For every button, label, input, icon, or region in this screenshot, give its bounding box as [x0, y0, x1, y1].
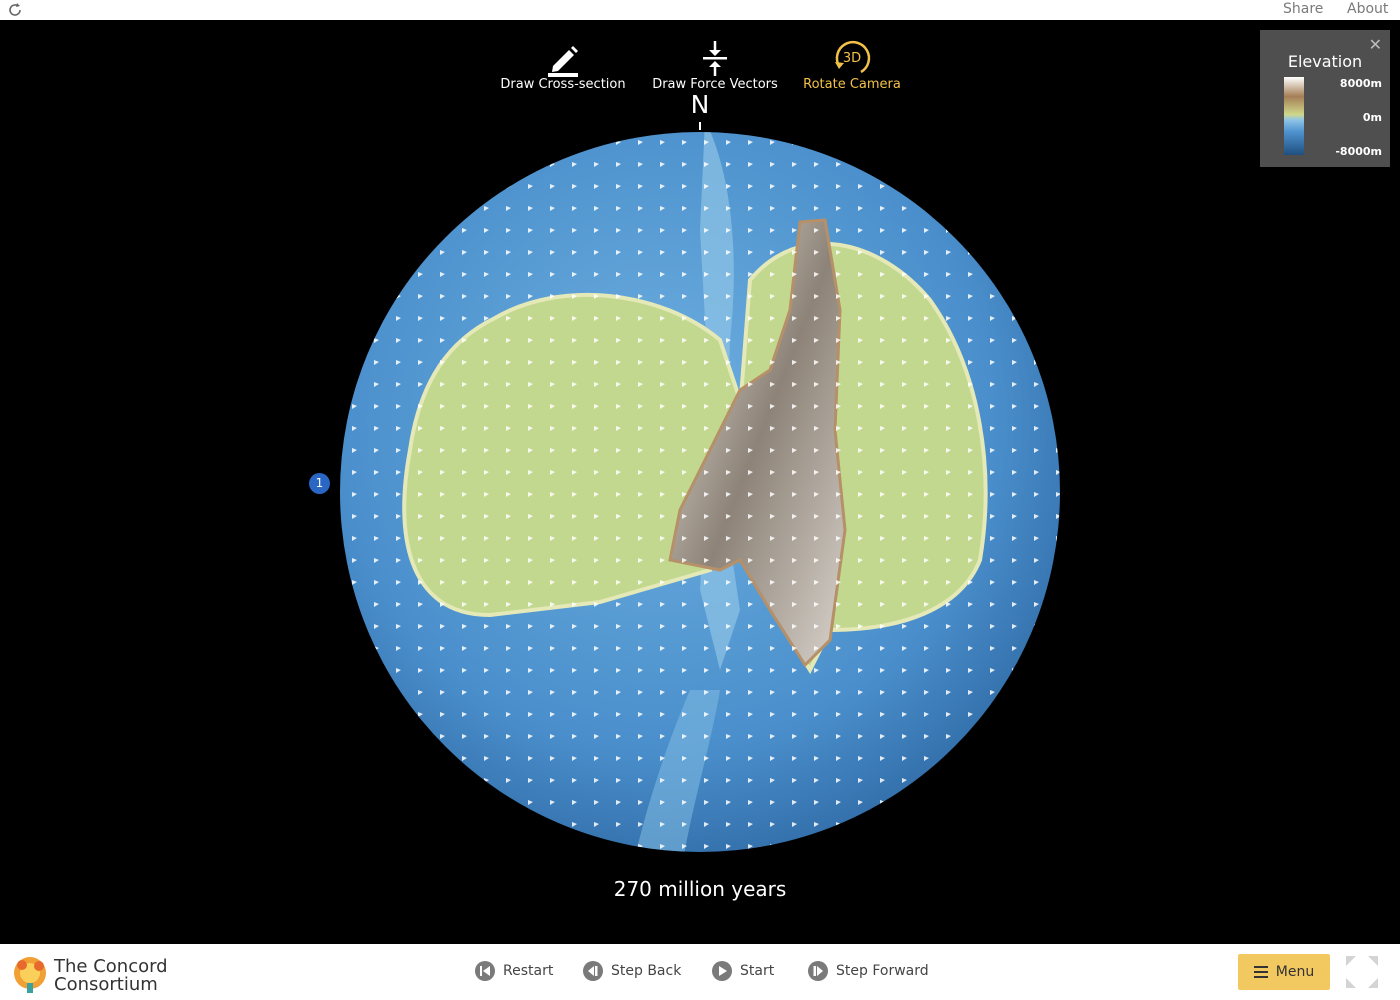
elevation-color-scale [1284, 77, 1304, 155]
logo-line2: Consortium [54, 974, 158, 995]
step-back-button[interactable]: Step Back [583, 961, 681, 981]
share-link[interactable]: Share [1283, 1, 1323, 17]
rotate-camera-label: Rotate Camera [803, 77, 901, 92]
draw-force-vectors-label: Draw Force Vectors [652, 77, 778, 92]
bottom-bar: The Concord Consortium Restart Step Back… [0, 944, 1400, 1000]
force-vectors-icon [703, 41, 727, 76]
rotate-3d-icon: 3D [835, 40, 871, 74]
legend-mid-label: 0m [1362, 111, 1382, 124]
force-vector-field [340, 132, 1060, 852]
legend-title: Elevation [1287, 52, 1363, 71]
step-forward-icon [808, 961, 828, 981]
restart-label: Restart [503, 963, 554, 979]
step-back-label: Step Back [611, 963, 682, 979]
legend-max-label: 8000m [1339, 77, 1382, 90]
start-button[interactable]: Start [712, 961, 774, 981]
menu-label: Menu [1275, 964, 1315, 980]
start-label: Start [740, 963, 775, 979]
menu-button[interactable]: Menu [1238, 954, 1330, 990]
elevation-legend: ✕ Elevation 8000m 0m -8000m [1260, 30, 1390, 167]
top-bar: Share About [0, 0, 1400, 20]
play-icon [712, 961, 732, 981]
reload-icon[interactable] [7, 2, 23, 18]
about-link[interactable]: About [1347, 1, 1388, 17]
step-forward-button[interactable]: Step Forward [808, 961, 929, 981]
simulation-stage[interactable]: Draw Cross-section Draw Force Vectors 3D… [0, 20, 1400, 944]
time-label: 270 million years [613, 877, 787, 901]
restart-icon [475, 961, 495, 981]
draw-cross-section-label: Draw Cross-section [500, 77, 626, 92]
plate-marker[interactable]: 1 [309, 473, 330, 494]
fullscreen-icon[interactable] [1344, 954, 1380, 990]
draw-force-vectors-button[interactable]: Draw Force Vectors [635, 20, 795, 92]
pencil-icon [548, 46, 578, 77]
rotate-3d-text: 3D [843, 51, 861, 66]
draw-cross-section-button[interactable]: Draw Cross-section [483, 20, 643, 92]
concord-logo-icon [14, 957, 46, 993]
planet-globe[interactable] [300, 110, 1100, 870]
step-back-icon [583, 961, 603, 981]
step-forward-label: Step Forward [836, 963, 929, 979]
legend-min-label: -8000m [1335, 145, 1382, 158]
restart-button[interactable]: Restart [475, 961, 553, 981]
concord-logo[interactable]: The Concord Consortium [10, 949, 170, 995]
rotate-camera-button[interactable]: 3D Rotate Camera [772, 20, 932, 92]
hamburger-icon [1253, 966, 1268, 978]
